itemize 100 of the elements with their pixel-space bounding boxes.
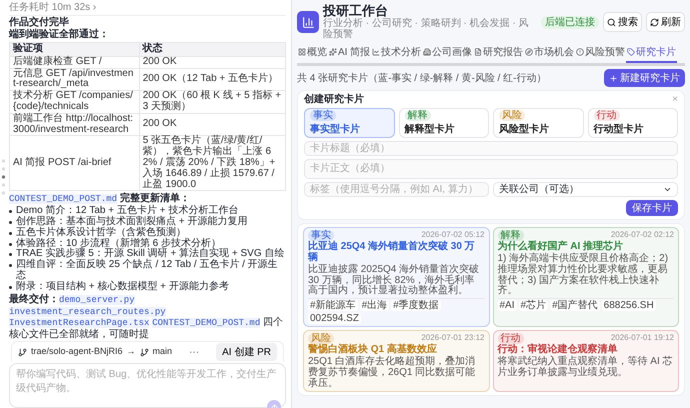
- table-cell: 200 OK（12 Tab + 五色卡片）: [139, 68, 286, 91]
- file-link[interactable]: demo_server.py: [59, 294, 135, 305]
- bullet-icon: [9, 286, 12, 289]
- card-time: 2026-07-02 02:12: [610, 231, 674, 240]
- bullet-icon: [9, 210, 12, 214]
- arrow-text: →: [126, 347, 136, 358]
- table-cell: 技术分析 GET /companies/{code}/technicals: [10, 90, 140, 114]
- type-tag: 事实: [310, 110, 336, 122]
- tab[interactable]: 概览: [297, 43, 328, 64]
- list-item: 五色卡片体系设计哲学（含紫色预测）: [16, 228, 186, 238]
- chat-input[interactable]: 帮你编写代码、测试 Bug、优化性能等开发工作，交付生产级代码产物。: [9, 363, 286, 408]
- card-tag: #新能源车: [308, 300, 358, 312]
- app-logo-icon: [297, 11, 319, 34]
- tab[interactable]: 研究报告: [473, 43, 524, 64]
- table-cell: 200 OK: [139, 113, 286, 136]
- branch-icon: [18, 348, 27, 357]
- target-branch[interactable]: main: [152, 347, 172, 358]
- status-badge: 后端已连接: [541, 16, 599, 29]
- table-cell: 5 张五色卡片（蓝/绿/黄/红/紫），紫色卡片输出「上涨 62% / 震荡 20% / 下跌 18%」+ 入场 1646.89 / 止损 1579.67 / 止盈 1900.0: [139, 136, 286, 191]
- card-time: 2026-07-02 05:12: [421, 231, 484, 240]
- source-branch: trae/solo-agent-BNjRI6: [31, 347, 123, 358]
- refresh-button[interactable]: 刷新: [646, 12, 685, 32]
- card-body: 比亚迪披露 2025Q4 海外销量首次突破 30 万辆，同比增长 82%，海外毛利率高于国内，预计显著拉动整体盈利。: [308, 264, 480, 298]
- card-tag: #AI: [498, 300, 517, 312]
- card-tag: #国产替代: [550, 300, 600, 312]
- create-pr-button[interactable]: AI 创建 PR: [216, 343, 277, 362]
- list-item: 创作思路：基本面与技术面割裂痛点 + 开源能力复用: [16, 217, 248, 228]
- tab[interactable]: AI 简报: [328, 43, 372, 64]
- card-title: 警惕白酒板块 Q1 高基数效应: [308, 345, 438, 356]
- bullet-icon: [9, 264, 12, 268]
- branch-icon: [140, 348, 149, 357]
- table-cell: AI 简报 POST /ai-brief: [10, 136, 140, 191]
- final-delivery-text: 最终交付：demo_server.py investment_research_routes.py InvestmentResearchPage.tsx CONTEST_DEMO_POST.md 四个核心文件已全部就绪，可随时提: [9, 294, 284, 340]
- elapsed-time: 任务耗时 10m 32s ›: [9, 2, 286, 16]
- chart-icon: [372, 48, 380, 56]
- card-tag: #芯片: [518, 300, 548, 312]
- type-tag: 行动: [594, 110, 620, 122]
- select-value: 关联公司（可选）: [499, 184, 579, 196]
- card-tag: 002594.SZ: [308, 313, 361, 324]
- save-button[interactable]: 保存卡片: [626, 200, 678, 216]
- list-item: 四维自评：全面反映 25 个缺点 / 12 Tab / 五色卡片 / 开源生态: [16, 260, 279, 282]
- file-link[interactable]: InvestmentResearchPage.tsx: [9, 318, 150, 328]
- title-field[interactable]: 卡片标题（必填）: [304, 141, 678, 156]
- grid-icon: [298, 48, 306, 56]
- card-time: 2026-07-01 23:12: [421, 334, 484, 343]
- type-tag: 风险: [308, 333, 334, 344]
- tab[interactable]: 技术分析: [371, 43, 422, 64]
- bullet-icon: [9, 242, 12, 246]
- column-header: 状态: [139, 42, 286, 56]
- tab[interactable]: 研究卡片: [626, 43, 678, 64]
- bullet-icon: [9, 221, 12, 224]
- card-type-option[interactable]: 行动 行动型卡片: [588, 108, 678, 138]
- card-body: 25Q1 白酒库存去化略超预期，叠加消费复苏节奏偏慢，26Q1 同比数据可能承压。: [308, 357, 476, 390]
- list-item: 附录：项目结构 + 核心数据模型 + 开源能力参考: [16, 282, 229, 293]
- app-subtitle: 行业分析 · 公司研究 · 策略研判 · 机会发掘 · 风险预警: [323, 18, 530, 40]
- file-link[interactable]: CONTEST_DEMO_POST.md: [9, 194, 118, 204]
- document-icon: [474, 48, 482, 56]
- card-count: 共 4 张研究卡片（蓝-事实 / 绿-解释 / 黄-风险 / 红-行动）: [297, 72, 546, 84]
- company-select[interactable]: 关联公司（可选）: [493, 182, 678, 198]
- tags-field[interactable]: 标签（使用逗号分隔，例如 AI, 算力）: [304, 182, 489, 198]
- app-title: 投研工作台: [323, 4, 389, 18]
- card-type-option[interactable]: 解释 解释型卡片: [398, 108, 489, 138]
- more-button[interactable]: ···: [189, 346, 200, 358]
- card-tag: 688256.SH: [602, 300, 656, 312]
- list-item: Demo 简介：12 Tab + 五色卡片 + 技术分析工作台: [16, 206, 238, 216]
- card-title: 为什么看好国产 AI 推理芯片: [498, 242, 624, 252]
- card-tag: #季度数据: [391, 300, 441, 312]
- list-item: TRAE 实践步骤 5：开源 Skill 调研 + 算法自实现 + SVG 自绘: [16, 249, 284, 260]
- tab[interactable]: 公司画像: [422, 43, 474, 64]
- card-title: 行动：审视论建仓观察清单: [498, 345, 618, 356]
- tab[interactable]: 风险预警: [575, 43, 626, 64]
- card-type-option[interactable]: 风险 风险型卡片: [493, 108, 584, 138]
- tab[interactable]: 市场机会: [524, 43, 576, 64]
- section-title: 作品交付完毕: [9, 17, 70, 28]
- card-time: 2026-07-01 19:12: [610, 334, 674, 344]
- new-card-button[interactable]: 新建研究卡片: [604, 69, 685, 88]
- list-title: 完整更新清单：: [120, 193, 190, 204]
- column-header: 验证项: [10, 42, 140, 56]
- building-icon: [423, 48, 432, 56]
- table-cell: 200 OK（60 根 K 线 + 5 指标 + 3 天预测）: [139, 90, 286, 114]
- refresh-icon: [650, 18, 659, 27]
- body-field[interactable]: 卡片正文（必填）: [304, 159, 678, 180]
- card-type-option[interactable]: 事实 事实型卡片: [304, 108, 394, 138]
- type-tag: 行动: [498, 333, 524, 344]
- sparkle-icon: [329, 48, 337, 56]
- table-cell: 200 OK: [139, 56, 286, 68]
- file-link[interactable]: investment_research_routes.py: [9, 306, 166, 317]
- file-link[interactable]: CONTEST_DEMO_POST.md: [152, 318, 260, 328]
- type-tag: 解释: [498, 230, 524, 242]
- table-cell: 前端工作台 http://localhost:3000/investment-research: [10, 113, 140, 136]
- bullet-icon: [9, 232, 12, 235]
- alert-icon: [576, 48, 584, 56]
- search-button[interactable]: 搜索: [603, 12, 642, 32]
- compass-icon: [525, 48, 534, 56]
- panel-title: 创建研究卡片: [304, 94, 364, 106]
- table-cell: 后端健康检查 GET /: [10, 56, 140, 68]
- list-item: 体验路径：10 步流程（新增第 6 步技术分析）: [16, 238, 222, 249]
- type-tag: 解释: [404, 110, 430, 122]
- section-subtitle: 端到端验证全部通过：: [9, 29, 110, 40]
- card-body: 1) 海外高端卡供应受限且价格高企；2) 推理场景对算力性价比要求敏感，更易替代；3) 国产方案在软件栈上快速补齐。: [498, 254, 670, 298]
